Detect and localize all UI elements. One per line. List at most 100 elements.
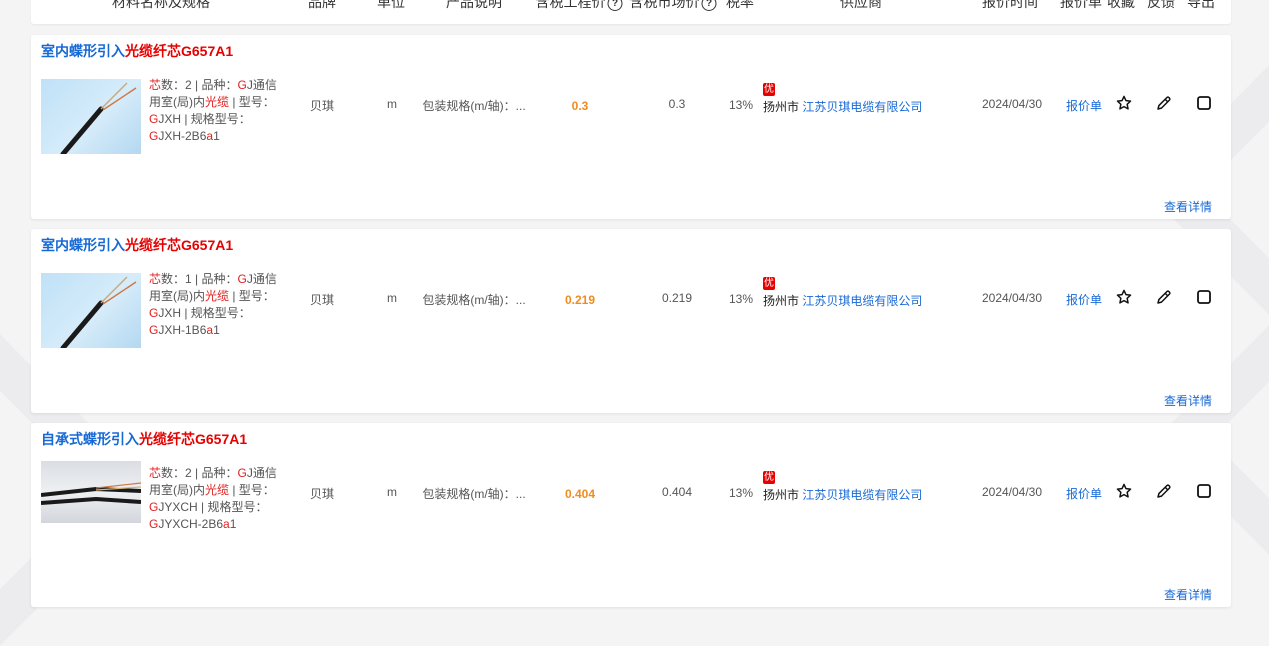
spec-text: | 品种： bbox=[191, 272, 238, 286]
product-brand: 贝琪 bbox=[309, 487, 335, 501]
cable-illustration bbox=[60, 276, 137, 348]
engineering-price: 0.404 bbox=[564, 487, 596, 501]
engineering-price: 0.3 bbox=[571, 99, 589, 113]
quote-sheet-link[interactable]: 报价单 bbox=[1066, 97, 1102, 114]
product-unit: m bbox=[387, 291, 397, 305]
feedback-pencil-icon[interactable] bbox=[1155, 94, 1173, 112]
feedback-pencil-icon[interactable] bbox=[1155, 482, 1173, 500]
product-unit: m bbox=[387, 485, 397, 499]
tax-rate: 13% bbox=[728, 486, 754, 500]
supplier-info: 优 扬州市 江苏贝琪电缆有限公司 bbox=[763, 81, 922, 115]
column-header-description: 产品说明 bbox=[446, 0, 502, 10]
spec-highlight: G bbox=[149, 129, 159, 143]
product-image[interactable] bbox=[41, 79, 141, 154]
help-icon[interactable]: ? bbox=[607, 0, 623, 11]
spec-text: JXH-1B6 bbox=[158, 323, 207, 337]
product-spec: 芯数：2 | 品种：GJ通信用室(局)内光缆 | 型号：GJYXCH | 规格型… bbox=[149, 465, 279, 533]
table-header: 材料名称及规格 品牌 单位 产品说明 含税工程价? 含税市场价? 税率 供应商 … bbox=[31, 0, 1231, 24]
spec-highlight: G bbox=[149, 306, 159, 320]
product-description[interactable]: 包装规格(m/轴)：... bbox=[422, 485, 525, 502]
spec-text: 1 bbox=[213, 129, 220, 143]
column-header-favorite: 收藏 bbox=[1107, 0, 1135, 10]
favorite-star-icon[interactable] bbox=[1115, 482, 1133, 500]
spec-text: 芯 bbox=[149, 466, 162, 480]
spec-text: | 型号： bbox=[229, 289, 275, 303]
quote-date: 2024/04/30 bbox=[981, 485, 1043, 499]
supplier-company-link[interactable]: 江苏贝琪电缆有限公司 bbox=[802, 488, 922, 502]
spec-text: 1 bbox=[213, 323, 220, 337]
supplier-company-link[interactable]: 江苏贝琪电缆有限公司 bbox=[802, 100, 922, 114]
product-title-suffix: G657A1 bbox=[195, 431, 248, 447]
export-checkbox-icon[interactable] bbox=[1195, 482, 1213, 500]
product-description[interactable]: 包装规格(m/轴)：... bbox=[422, 97, 525, 114]
spec-highlight: G bbox=[149, 517, 159, 531]
spec-text: JXH | 规格型号： bbox=[158, 112, 251, 126]
spec-text: JXH-2B6 bbox=[158, 129, 207, 143]
view-details-link[interactable]: 查看详情 bbox=[1164, 586, 1212, 603]
spec-core-count: 1 bbox=[185, 272, 192, 286]
export-checkbox-icon[interactable] bbox=[1195, 288, 1213, 306]
quote-sheet-link[interactable]: 报价单 bbox=[1066, 485, 1102, 502]
quote-date: 2024/04/30 bbox=[981, 291, 1043, 305]
column-header-engineering-price: 含税工程价? bbox=[536, 0, 623, 12]
product-title-suffix: G657A1 bbox=[181, 237, 234, 253]
supplier-company-link[interactable]: 江苏贝琪电缆有限公司 bbox=[802, 294, 922, 308]
feedback-pencil-icon[interactable] bbox=[1155, 288, 1173, 306]
column-header-export: 导出 bbox=[1187, 0, 1215, 10]
product-spec: 芯数：1 | 品种：GJ通信用室(局)内光缆 | 型号：GJXH | 规格型号：… bbox=[149, 271, 279, 339]
spec-highlight: 光缆 bbox=[205, 483, 230, 497]
export-checkbox-icon[interactable] bbox=[1195, 94, 1213, 112]
column-header-brand: 品牌 bbox=[308, 0, 336, 10]
tax-rate: 13% bbox=[728, 292, 754, 306]
preferred-badge: 优 bbox=[763, 277, 775, 290]
product-image[interactable] bbox=[41, 273, 141, 348]
favorite-star-icon[interactable] bbox=[1115, 94, 1133, 112]
product-brand: 贝琪 bbox=[309, 293, 335, 307]
product-title-prefix: 室内蝶形引入 bbox=[41, 43, 125, 59]
cable-illustration bbox=[60, 82, 137, 154]
product-title[interactable]: 室内蝶形引入光缆纤芯G657A1 bbox=[41, 235, 233, 255]
spec-text: | 品种： bbox=[191, 78, 238, 92]
column-header-quote-time: 报价时间 bbox=[982, 0, 1038, 10]
spec-highlight: G bbox=[237, 272, 247, 286]
product-title-keyword: 光缆纤芯 bbox=[125, 43, 181, 59]
help-icon[interactable]: ? bbox=[701, 0, 717, 11]
spec-highlight: G bbox=[237, 466, 247, 480]
favorite-star-icon[interactable] bbox=[1115, 288, 1133, 306]
product-card: 室内蝶形引入光缆纤芯G657A1 芯数：2 | 品种：GJ通信用室(局)内光缆 … bbox=[31, 35, 1231, 219]
spec-text: 数： bbox=[161, 272, 186, 286]
product-title[interactable]: 自承式蝶形引入光缆纤芯G657A1 bbox=[41, 429, 247, 449]
product-title-prefix: 室内蝶形引入 bbox=[41, 237, 125, 253]
preferred-badge: 优 bbox=[763, 471, 775, 484]
supplier-city: 扬州市 bbox=[763, 488, 800, 502]
spec-text: 1 bbox=[229, 517, 237, 531]
column-header-market-price: 含税市场价? bbox=[630, 0, 717, 12]
spec-text: 数： bbox=[161, 78, 186, 92]
spec-highlight: 光缆 bbox=[205, 95, 230, 109]
column-header-unit: 单位 bbox=[377, 0, 405, 10]
spec-highlight: G bbox=[149, 500, 159, 514]
spec-text: JYXCH | 规格型号： bbox=[158, 500, 268, 514]
view-details-link[interactable]: 查看详情 bbox=[1164, 198, 1212, 215]
view-details-link[interactable]: 查看详情 bbox=[1164, 392, 1212, 409]
spec-highlight: G bbox=[237, 78, 247, 92]
product-card: 自承式蝶形引入光缆纤芯G657A1 芯数：2 | 品种：GJ通信用室(局)内光缆… bbox=[31, 423, 1231, 607]
supplier-city: 扬州市 bbox=[763, 100, 800, 114]
product-title-prefix: 自承式蝶形引入 bbox=[41, 431, 139, 447]
product-image[interactable] bbox=[41, 461, 141, 523]
engineering-price: 0.219 bbox=[564, 293, 596, 307]
column-header-engineering-price-label: 含税工程价 bbox=[535, 0, 606, 10]
quote-sheet-link[interactable]: 报价单 bbox=[1066, 291, 1102, 308]
column-header-quote-sheet: 报价单 bbox=[1060, 0, 1102, 10]
supplier-city: 扬州市 bbox=[763, 294, 800, 308]
supplier-info: 优 扬州市 江苏贝琪电缆有限公司 bbox=[763, 275, 922, 309]
spec-core-count: 2 bbox=[185, 78, 192, 92]
spec-text: 数： bbox=[161, 466, 186, 480]
spec-text: 芯 bbox=[149, 78, 162, 92]
column-header-name: 材料名称及规格 bbox=[112, 0, 210, 10]
product-description[interactable]: 包装规格(m/轴)：... bbox=[422, 291, 525, 308]
product-title[interactable]: 室内蝶形引入光缆纤芯G657A1 bbox=[41, 41, 233, 61]
spec-highlight: G bbox=[149, 323, 159, 337]
product-title-keyword: 光缆纤芯 bbox=[125, 237, 181, 253]
column-header-feedback: 反馈 bbox=[1147, 0, 1175, 10]
